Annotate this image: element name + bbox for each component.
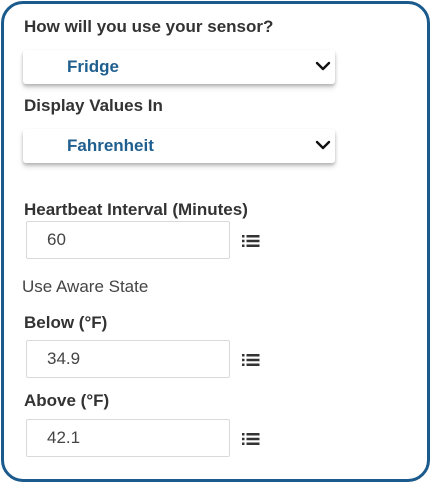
- display-selected-value: Fahrenheit: [67, 136, 154, 155]
- chevron-down-icon: [315, 61, 331, 71]
- display-label: Display Values In: [24, 96, 163, 115]
- heartbeat-label: Heartbeat Interval (Minutes): [24, 200, 248, 219]
- below-input[interactable]: [26, 340, 230, 378]
- heartbeat-input[interactable]: [26, 221, 230, 259]
- usage-selected-value: Fridge: [67, 57, 119, 76]
- above-input[interactable]: [26, 419, 230, 457]
- list-icon[interactable]: [242, 432, 260, 446]
- above-label: Above (°F): [24, 391, 110, 410]
- sensor-settings-panel: How will you use your sensor? Fridge Dis…: [1, 1, 430, 482]
- usage-label: How will you use your sensor?: [24, 17, 274, 36]
- list-icon[interactable]: [242, 234, 260, 248]
- list-icon[interactable]: [242, 353, 260, 367]
- usage-select[interactable]: Fridge: [23, 50, 335, 84]
- below-label: Below (°F): [24, 313, 108, 332]
- display-select[interactable]: Fahrenheit: [23, 129, 335, 163]
- aware-state-label: Use Aware State: [22, 277, 149, 296]
- chevron-down-icon: [315, 140, 331, 150]
